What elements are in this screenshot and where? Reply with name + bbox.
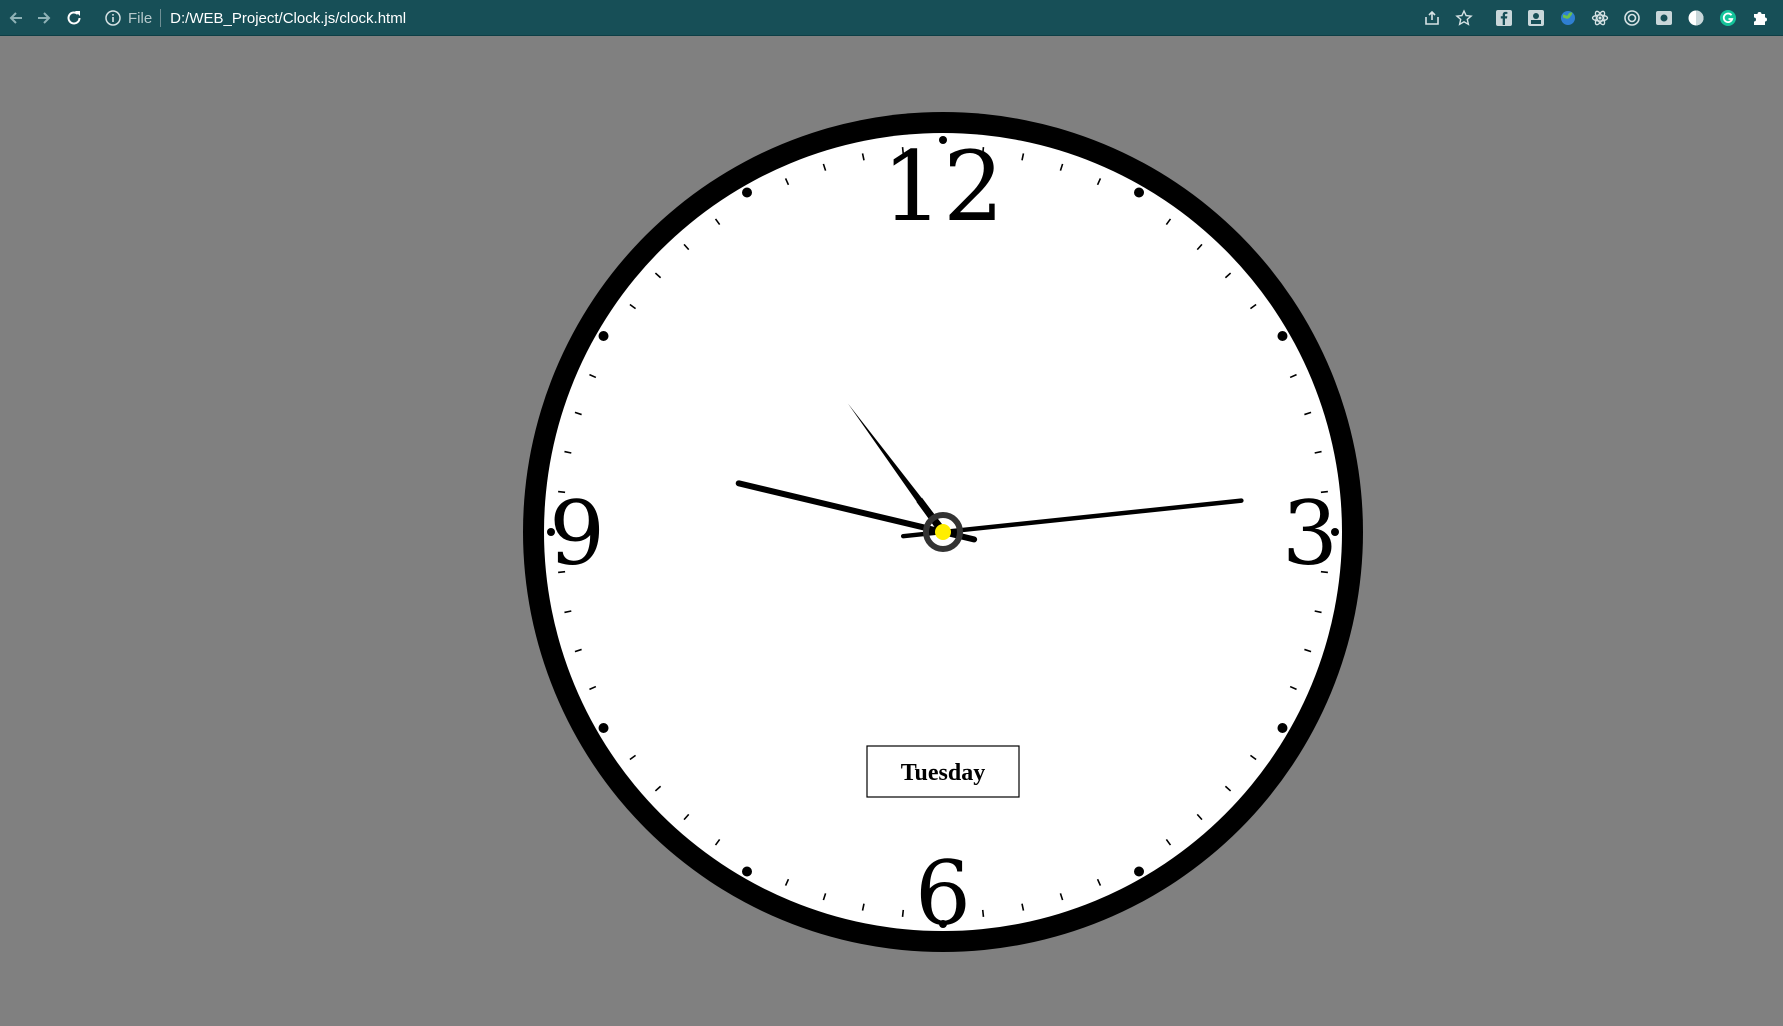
share-icon[interactable] [1420,6,1444,30]
address-divider [160,9,162,27]
circle-extension-icon[interactable] [1686,8,1706,28]
numeral-3: 3 [1282,482,1338,585]
hour-marker [1134,187,1144,198]
facebook-extension-icon[interactable] [1494,8,1514,28]
screenshot-extension-icon[interactable] [1654,8,1674,28]
bookmark-star-icon[interactable] [1452,6,1476,30]
numeral-12: 12 [882,131,1004,243]
url-scheme-label: File [128,9,153,27]
browser-toolbar: File D:/WEB_Project/Clock.js/clock.html [0,0,1783,36]
forward-arrow-icon[interactable] [32,6,56,30]
back-arrow-icon[interactable] [4,6,28,30]
hour-marker [598,331,609,341]
minute-tick [981,909,985,917]
day-label: Tuesday [901,760,986,786]
minute-tick [901,909,905,917]
numeral-9: 9 [549,482,605,585]
hour-marker [1277,331,1288,341]
reload-icon[interactable] [62,6,86,30]
day-box: Tuesday [866,745,1020,798]
numeral-6: 6 [915,842,971,945]
hour-marker [598,723,609,733]
info-icon[interactable] [104,9,122,27]
hour-marker [1277,723,1288,733]
react-devtools-extension-icon[interactable] [1590,8,1610,28]
extensions-puzzle-icon[interactable] [1750,8,1770,28]
hour-marker [1134,866,1144,877]
center-dot [935,524,951,540]
target-extension-icon[interactable] [1622,8,1642,28]
globe-extension-icon[interactable] [1558,8,1578,28]
analog-clock: 12 3 6 9 Tuesday [523,112,1363,952]
hour-marker [742,866,752,877]
page-content: 12 3 6 9 Tuesday [0,36,1783,1026]
grammarly-extension-icon[interactable] [1718,8,1738,28]
hour-marker [742,187,752,198]
address-bar[interactable]: File D:/WEB_Project/Clock.js/clock.html [104,6,406,30]
photo-extension-icon[interactable] [1526,8,1546,28]
url-text[interactable]: D:/WEB_Project/Clock.js/clock.html [170,10,406,27]
